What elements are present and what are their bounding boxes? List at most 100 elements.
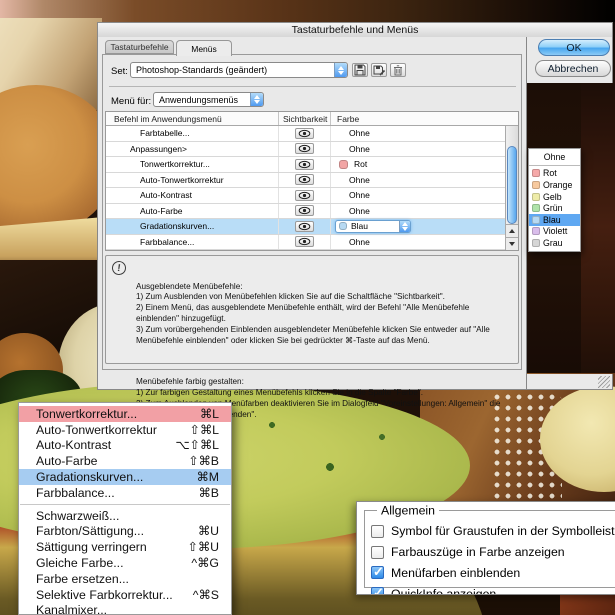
color-option-gelb[interactable]: Gelb [529,191,580,203]
visibility-toggle[interactable] [295,143,314,155]
general-preferences-panel: Allgemein Symbol für Graustufen in der S… [356,501,615,595]
menu-item-farbbalance[interactable]: Farbbalance... ⌘B [19,485,231,501]
menu-item-auto-tonwertkorrektur[interactable]: Auto-Tonwertkorrektur ⇧⌘L [19,422,231,438]
color-swatch [532,215,540,224]
visibility-toggle[interactable] [295,205,314,217]
visibility-toggle[interactable] [295,189,314,201]
color-option-orange[interactable]: Orange [529,179,580,191]
menu-item-farbton-saettigung[interactable]: Farbton/Sättigung... ⌘U [19,524,231,540]
alert-icon: ! [111,260,127,276]
shortcut: ^⌘G [191,556,219,571]
table-row[interactable]: Auto-Kontrast Ohne [106,188,505,204]
delete-set-button[interactable] [390,63,406,77]
color-swatch [532,192,540,201]
color-cell[interactable]: Ohne [330,234,505,249]
info-hidden-commands: Ausgeblendete Menübefehle: 1) Zum Ausble… [136,281,490,345]
eye-icon [298,238,311,246]
color-option-rot[interactable]: Rot [529,168,580,180]
table-body: Farbtabelle... Ohne Anpassungen> Ohne To… [106,126,505,250]
visibility-toggle[interactable] [295,174,314,186]
color-option-gruen[interactable]: Grün [529,202,580,214]
color-option-blau[interactable]: Blau [529,213,580,226]
set-select[interactable]: Photoshop-Standards (geändert) [130,62,348,78]
color-popup-control[interactable]: Blau [335,219,411,233]
option-menuefarben: Menüfarben einblenden [371,563,615,584]
save-set-button[interactable] [352,63,368,77]
option-quickinfo: QuickInfo anzeigen [371,583,615,594]
color-cell[interactable]: Ohne [330,172,505,187]
visibility-toggle[interactable] [295,220,314,232]
menu-for-select[interactable]: Anwendungsmenüs [153,92,264,107]
visibility-toggle[interactable] [295,127,314,139]
color-option-violett[interactable]: Violett [529,226,580,238]
menu-item-auto-kontrast[interactable]: Auto-Kontrast ⌥⇧⌘L [19,438,231,454]
cancel-button[interactable]: Abbrechen [535,60,611,77]
trash-icon [394,65,402,76]
command-label: Farbtabelle... [140,128,190,139]
table-row[interactable]: Auto-Tonwertkorrektur Ohne [106,172,505,188]
menu-item-schwarzweiss[interactable]: Schwarzweiß... [19,508,231,524]
menu-item-gradationskurven[interactable]: Gradationskurven... ⌘M [19,469,231,485]
table-row[interactable]: Tonwertkorrektur... Rot [106,157,505,173]
color-cell[interactable]: Rot [330,157,505,172]
menu-item-selektive-farbkorrektur[interactable]: Selektive Farbkorrektur... ^⌘S [19,587,231,603]
color-cell[interactable]: Ohne [330,188,505,203]
checkbox[interactable] [371,524,384,538]
header-command: Befehl im Anwendungsmenü [114,113,222,124]
menu-item-farbe-ersetzen[interactable]: Farbe ersetzen... [19,571,231,587]
table-row[interactable]: Farbbalance... Ohne [106,234,505,250]
resize-grip-icon[interactable] [598,376,610,388]
visibility-toggle[interactable] [295,236,314,248]
eye-icon [298,191,311,199]
tab-menus[interactable]: Menüs [176,40,232,56]
color-cell[interactable]: Ohne [330,126,505,141]
tab-tastaturbefehle[interactable]: Tastaturbefehle [105,40,174,54]
shortcut: ⇧⌘L [189,422,219,437]
color-swatch [532,169,540,178]
command-label: Auto-Kontrast [140,190,192,201]
table-scrollbar[interactable] [505,126,518,250]
color-swatch [532,227,540,236]
menu-item-gleiche-farbe[interactable]: Gleiche Farbe... ^⌘G [19,555,231,571]
dialog-bottom-strip [527,374,613,390]
table-row-selected[interactable]: Gradationskurven... Blau [106,219,505,235]
eye-icon [298,176,311,184]
eye-icon [298,145,311,153]
ok-button[interactable]: OK [538,39,610,56]
color-cell[interactable]: Ohne [330,203,505,218]
color-cell[interactable]: Ohne [330,141,505,156]
checkbox[interactable] [371,564,384,580]
fieldset-legend: Allgemein [377,503,439,518]
info-box: ! Ausgeblendete Menübefehle: 1) Zum Ausb… [105,255,519,419]
stepper-arrows-icon [334,63,347,77]
save-set-as-button[interactable] [371,63,387,77]
header-visibility: Sichtbarkeit [278,112,330,125]
header-color: Farbe [330,112,518,125]
menu-item-saettigung-verringern[interactable]: Sättigung verringern ⇧⌘U [19,539,231,555]
menu-item-tonwertkorrektur[interactable]: Tonwertkorrektur... ⌘L [19,406,231,422]
stepper-arrows-icon [399,220,410,232]
scroll-up-button[interactable] [506,224,518,237]
option-farbauszuege: Farbauszüge in Farbe anzeigen [371,542,615,563]
dialog-button-panel: OK Abbrechen [527,37,613,83]
table-header: Befehl im Anwendungsmenü Sichtbarkeit Fa… [106,112,518,126]
menu-separator [529,164,580,166]
scrollbar-thumb[interactable] [507,146,517,224]
keyboard-shortcuts-dialog: Tastaturbefehle Menüs Set: Photoshop-Sta… [97,37,527,419]
color-option-grau[interactable]: Grau [529,237,580,249]
checkbox[interactable] [371,545,384,559]
menu-item-kanalmixer[interactable]: Kanalmixer... [19,603,231,614]
checkbox[interactable] [371,585,384,594]
menu-item-auto-farbe[interactable]: Auto-Farbe ⇧⌘B [19,453,231,469]
shortcut: ^⌘S [192,587,219,602]
table-row[interactable]: Anpassungen> Ohne [106,141,505,157]
menu-commands-table: Befehl im Anwendungsmenü Sichtbarkeit Fa… [105,111,519,251]
stepper-arrows-icon [250,93,263,106]
dialog-titlebar[interactable]: Tastaturbefehle und Menüs [97,22,613,37]
table-row[interactable]: Auto-Farbe Ohne [106,203,505,219]
visibility-toggle[interactable] [295,158,314,170]
color-option-ohne[interactable]: Ohne [529,151,580,163]
divider [109,86,516,87]
scroll-down-button[interactable] [506,237,518,250]
table-row[interactable]: Farbtabelle... Ohne [106,126,505,142]
